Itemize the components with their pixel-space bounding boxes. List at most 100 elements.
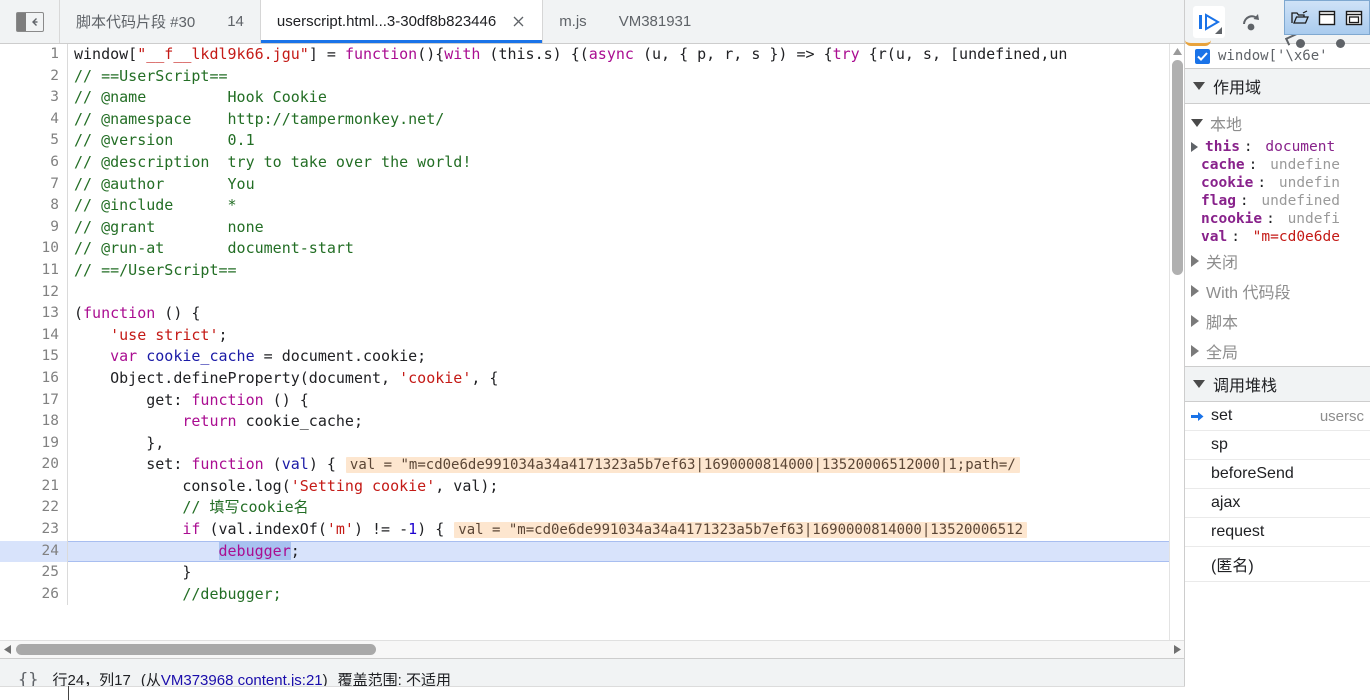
- code-text[interactable]: // @name Hook Cookie: [68, 87, 1184, 109]
- step-over-button[interactable]: [1235, 6, 1267, 38]
- line-number[interactable]: 3: [0, 87, 68, 109]
- code-text[interactable]: if (val.indexOf('m') != -1) {val = "m=cd…: [68, 519, 1184, 542]
- code-line[interactable]: 22 // 填写cookie名: [0, 497, 1184, 520]
- line-number[interactable]: 25: [0, 562, 68, 584]
- line-number[interactable]: 24: [0, 540, 68, 563]
- line-number[interactable]: 13: [0, 303, 68, 325]
- line-number[interactable]: 8: [0, 195, 68, 217]
- tab-userscript-html[interactable]: userscript.html...3-30df8b823446: [259, 0, 544, 43]
- scope-group-local[interactable]: 本地: [1185, 108, 1370, 138]
- line-number[interactable]: 5: [0, 130, 68, 152]
- code-line[interactable]: 1 window["__f__lkdl9k66.jgu"] = function(…: [0, 44, 1184, 66]
- code-line[interactable]: 3 // @name Hook Cookie: [0, 87, 1184, 109]
- code-text[interactable]: // @include *: [68, 195, 1184, 217]
- code-line[interactable]: 18 return cookie_cache;: [0, 411, 1184, 433]
- line-number[interactable]: 2: [0, 65, 68, 88]
- callstack-frame[interactable]: ajax: [1185, 489, 1370, 518]
- chevron-right-icon[interactable]: [1191, 142, 1198, 152]
- code-line[interactable]: 5 // @version 0.1: [0, 130, 1184, 152]
- code-text[interactable]: window["__f__lkdl9k66.jgu"] = function()…: [68, 44, 1184, 66]
- code-line[interactable]: 23 if (val.indexOf('m') != -1) {val = "m…: [0, 519, 1184, 541]
- scope-variable[interactable]: ncookie: undefi: [1185, 210, 1370, 228]
- code-line[interactable]: 2 // ==UserScript==: [0, 65, 1184, 88]
- chevron-right-icon[interactable]: [1191, 255, 1199, 267]
- code-line[interactable]: 11 // ==/UserScript==: [0, 259, 1184, 282]
- line-number[interactable]: 12: [0, 281, 68, 304]
- code-line[interactable]: 16 Object.defineProperty(document, 'cook…: [0, 367, 1184, 390]
- line-number[interactable]: 11: [0, 259, 68, 282]
- line-number[interactable]: 17: [0, 389, 68, 412]
- chevron-right-icon[interactable]: [1191, 285, 1199, 297]
- callstack-section-header[interactable]: 调用堆栈: [1185, 366, 1370, 402]
- code-text[interactable]: },: [68, 433, 1184, 455]
- scope-variable[interactable]: val: "m=cd0e6de: [1185, 228, 1370, 246]
- code-text[interactable]: Object.defineProperty(document, 'cookie'…: [68, 368, 1184, 390]
- line-number[interactable]: 19: [0, 432, 68, 455]
- code-text[interactable]: // @author You: [68, 174, 1184, 196]
- code-text[interactable]: debugger;: [68, 541, 1184, 563]
- code-line[interactable]: 19 },: [0, 432, 1184, 455]
- tab-14[interactable]: 14: [211, 0, 260, 43]
- tab-vm381931[interactable]: VM381931: [603, 0, 708, 43]
- code-line[interactable]: 13 (function () {: [0, 303, 1184, 325]
- line-number[interactable]: 23: [0, 519, 68, 541]
- callstack-frame[interactable]: sp: [1185, 431, 1370, 460]
- scope-variable[interactable]: cookie: undefin: [1185, 174, 1370, 192]
- line-number[interactable]: 15: [0, 346, 68, 368]
- code-line[interactable]: 24 debugger;: [0, 540, 1184, 563]
- code-text[interactable]: (function () {: [68, 303, 1184, 325]
- code-line[interactable]: 4 // @namespace http://tampermonkey.net/: [0, 108, 1184, 131]
- tab-snippet-30[interactable]: 脚本代码片段 #30: [60, 0, 211, 43]
- scope-variable[interactable]: this: document: [1185, 138, 1370, 156]
- restore-window-icon[interactable]: [1315, 6, 1339, 30]
- breakpoint-checkbox[interactable]: [1195, 48, 1210, 64]
- code-text[interactable]: // @run-at document-start: [68, 238, 1184, 260]
- code-line[interactable]: 12: [0, 281, 1184, 304]
- collapse-navigator-button[interactable]: [15, 11, 44, 32]
- open-folder-icon[interactable]: [1288, 6, 1312, 30]
- horizontal-scrollbar-thumb[interactable]: [16, 644, 376, 655]
- code-line[interactable]: 26 //debugger;: [0, 583, 1184, 606]
- close-icon[interactable]: [510, 14, 526, 30]
- callstack-frame[interactable]: set usersc: [1185, 402, 1370, 431]
- code-text[interactable]: // @grant none: [68, 217, 1184, 239]
- line-number[interactable]: 26: [0, 583, 68, 606]
- resume-dropdown-corner-icon[interactable]: [1215, 26, 1222, 34]
- callstack-frame[interactable]: (匿名): [1185, 547, 1370, 582]
- code-line[interactable]: 25 }: [0, 562, 1184, 584]
- vertical-scrollbar-thumb[interactable]: [1172, 60, 1183, 275]
- code-text[interactable]: // @namespace http://tampermonkey.net/: [68, 109, 1184, 131]
- line-number[interactable]: 4: [0, 108, 68, 131]
- code-text[interactable]: 'use strict';: [68, 325, 1184, 347]
- line-number[interactable]: 1: [0, 44, 68, 66]
- callstack-frame[interactable]: request: [1185, 518, 1370, 547]
- code-text[interactable]: console.log('Setting cookie', val);: [68, 476, 1184, 498]
- chevron-right-icon[interactable]: [1191, 315, 1199, 327]
- scope-group[interactable]: 脚本: [1185, 306, 1370, 336]
- editor-vertical-scrollbar[interactable]: [1169, 44, 1184, 658]
- code-line[interactable]: 6 // @description try to take over the wo…: [0, 151, 1184, 174]
- resume-script-button[interactable]: [1193, 5, 1225, 38]
- scope-variable[interactable]: cache: undefine: [1185, 156, 1370, 174]
- code-text[interactable]: //debugger;: [68, 584, 1184, 606]
- code-text[interactable]: // @description try to take over the wor…: [68, 152, 1184, 174]
- scope-variable[interactable]: flag: undefined: [1185, 192, 1370, 210]
- line-number[interactable]: 22: [0, 497, 68, 520]
- chevron-right-icon[interactable]: [1191, 345, 1199, 357]
- tab-m-js[interactable]: m.js: [543, 0, 603, 43]
- code-line[interactable]: 10 // @run-at document-start: [0, 238, 1184, 260]
- code-line[interactable]: 9 // @grant none: [0, 216, 1184, 239]
- code-text[interactable]: }: [68, 562, 1184, 584]
- scope-group[interactable]: 关闭: [1185, 246, 1370, 276]
- code-line[interactable]: 7 // @author You: [0, 173, 1184, 196]
- line-number[interactable]: 10: [0, 238, 68, 260]
- code-line[interactable]: 17 get: function () {: [0, 389, 1184, 412]
- line-number[interactable]: 21: [0, 475, 68, 498]
- scope-section-header[interactable]: 作用域: [1185, 68, 1370, 104]
- line-number[interactable]: 16: [0, 367, 68, 390]
- code-line[interactable]: 15 var cookie_cache = document.cookie;: [0, 346, 1184, 368]
- code-text[interactable]: var cookie_cache = document.cookie;: [68, 346, 1184, 368]
- code-text[interactable]: // ==/UserScript==: [68, 260, 1184, 282]
- maximize-window-icon[interactable]: [1342, 6, 1366, 30]
- code-editor[interactable]: 1 window["__f__lkdl9k66.jgu"] = function(…: [0, 44, 1184, 640]
